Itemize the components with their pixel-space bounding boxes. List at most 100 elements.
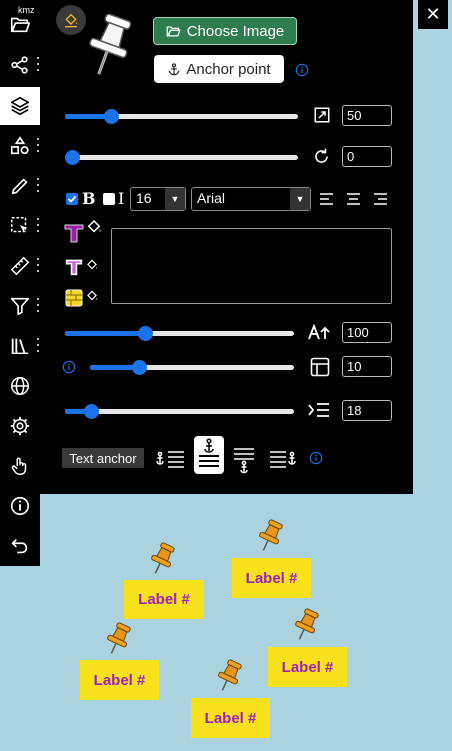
map-pin-icon[interactable] xyxy=(292,608,322,642)
slider-thumb[interactable] xyxy=(104,109,120,124)
pushpin-image-preview xyxy=(89,13,132,75)
map-pin-icon[interactable] xyxy=(104,622,134,656)
anchor-icon xyxy=(169,62,180,75)
anchor-right-option-icon[interactable] xyxy=(268,449,298,469)
chevron-down-icon: ▼ xyxy=(165,188,185,210)
left-toolbar: kmz xyxy=(0,0,40,566)
slider-thumb[interactable] xyxy=(138,326,154,341)
settings-button[interactable] xyxy=(0,407,40,445)
anchor-top-option-icon xyxy=(199,438,219,467)
more-dots-icon[interactable] xyxy=(36,338,39,352)
choose-image-label: Choose Image xyxy=(186,22,285,40)
map-label[interactable]: Label # xyxy=(80,660,159,700)
globe-icon xyxy=(11,377,29,395)
hand-pointer-icon xyxy=(11,457,27,475)
font-family-value: Arial xyxy=(197,190,226,206)
touch-button[interactable] xyxy=(0,447,40,485)
map-label[interactable]: Label # xyxy=(232,558,311,598)
align-right-icon[interactable] xyxy=(373,192,388,206)
italic-checkbox[interactable] xyxy=(103,193,115,205)
shapes-button[interactable] xyxy=(0,127,40,165)
slider-thumb[interactable] xyxy=(131,360,147,375)
font-size-value: 16 xyxy=(136,190,152,206)
info-button[interactable] xyxy=(0,487,40,525)
map-label[interactable]: Label # xyxy=(124,580,204,619)
map-pin-icon[interactable] xyxy=(148,542,178,576)
info-icon[interactable] xyxy=(295,63,309,77)
globe-button[interactable] xyxy=(0,367,40,405)
bold-checkbox[interactable] xyxy=(66,193,78,205)
ruler-icon xyxy=(10,256,30,276)
slider-thumb[interactable] xyxy=(65,150,80,165)
layers-button[interactable] xyxy=(0,87,40,125)
checkmark-icon xyxy=(67,195,77,203)
map-label[interactable]: Label # xyxy=(268,647,347,687)
pencil-icon xyxy=(11,178,28,195)
filter-icon xyxy=(10,297,30,316)
undo-icon xyxy=(11,538,28,554)
anchor-left-option-icon[interactable] xyxy=(156,449,186,469)
folder-open-icon xyxy=(10,17,30,33)
label-text-area[interactable] xyxy=(111,228,392,304)
choose-image-button[interactable]: Choose Image xyxy=(153,17,297,45)
scale-slider[interactable] xyxy=(65,106,298,126)
more-dots-icon[interactable] xyxy=(36,258,39,272)
close-icon: ✕ xyxy=(425,4,441,25)
filter-button[interactable] xyxy=(0,287,40,325)
undo-button[interactable] xyxy=(0,527,40,565)
measure-button[interactable] xyxy=(0,247,40,285)
font-size-select[interactable]: 16 ▼ xyxy=(130,187,186,211)
close-button[interactable]: ✕ xyxy=(418,0,448,29)
font-size-up-icon xyxy=(308,324,330,340)
indent-slider[interactable] xyxy=(65,401,294,421)
align-center-icon[interactable] xyxy=(346,192,361,206)
library-icon xyxy=(11,338,29,355)
chevron-down-icon: ▼ xyxy=(290,188,310,210)
more-dots-icon[interactable] xyxy=(36,218,39,232)
more-dots-icon[interactable] xyxy=(36,298,39,312)
anchor-point-label: Anchor point xyxy=(186,60,271,78)
padding-input[interactable]: 10 xyxy=(342,356,392,377)
slider-thumb[interactable] xyxy=(84,404,100,419)
padding-slider[interactable] xyxy=(90,357,294,377)
rotation-slider[interactable] xyxy=(65,147,298,167)
rotate-icon xyxy=(315,148,328,163)
map-pin-icon[interactable] xyxy=(215,659,245,693)
indent-input[interactable]: 18 xyxy=(342,400,392,421)
paint-bucket-icon[interactable] xyxy=(85,258,99,272)
select-button[interactable] xyxy=(0,207,40,245)
paint-bucket-icon[interactable] xyxy=(85,218,103,236)
text-color-icon[interactable] xyxy=(63,222,85,244)
italic-label: I xyxy=(118,189,125,208)
anchor-bottom-option-icon[interactable] xyxy=(232,446,256,474)
indent-icon xyxy=(308,403,329,417)
anchor-top-option[interactable] xyxy=(194,436,224,474)
map-label[interactable]: Label # xyxy=(191,698,270,738)
text-outline-icon[interactable] xyxy=(65,258,83,276)
scale-input[interactable]: 50 xyxy=(342,105,392,126)
label-style-panel: Choose Image Anchor point 50 0 B I 16 ▼ … xyxy=(40,0,413,494)
info-icon[interactable] xyxy=(62,360,76,374)
background-pattern-icon[interactable] xyxy=(65,289,83,307)
share-button[interactable] xyxy=(0,46,40,84)
paint-bucket-icon[interactable] xyxy=(85,289,99,303)
more-dots-icon[interactable] xyxy=(36,138,39,152)
anchor-point-button[interactable]: Anchor point xyxy=(154,55,284,83)
layers-icon xyxy=(10,96,30,116)
open-folder-button[interactable] xyxy=(0,5,40,43)
resize-icon xyxy=(314,107,330,123)
more-dots-icon[interactable] xyxy=(36,57,39,71)
rotation-input[interactable]: 0 xyxy=(342,146,392,167)
folder-open-icon xyxy=(166,26,181,36)
map-pin-icon[interactable] xyxy=(256,519,286,553)
opacity-input[interactable]: 100 xyxy=(342,322,392,343)
library-button[interactable] xyxy=(0,327,40,365)
info-icon[interactable] xyxy=(309,451,323,465)
share-icon xyxy=(11,56,28,74)
align-left-icon[interactable] xyxy=(319,192,334,206)
bold-label: B xyxy=(82,189,96,208)
opacity-slider[interactable] xyxy=(65,323,294,343)
font-family-select[interactable]: Arial ▼ xyxy=(191,187,311,211)
more-dots-icon[interactable] xyxy=(36,178,39,192)
draw-button[interactable] xyxy=(0,167,40,205)
